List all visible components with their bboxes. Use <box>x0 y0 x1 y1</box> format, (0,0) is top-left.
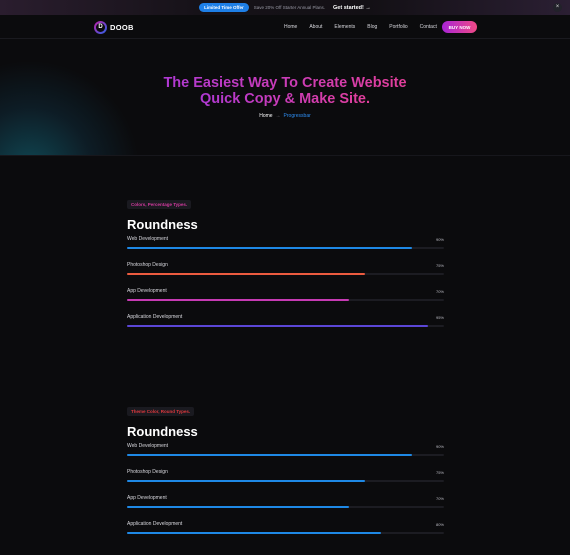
progress-item: Web Development 90% <box>127 236 444 250</box>
progress-label: Application Development <box>127 521 183 527</box>
progress-label: App Development <box>127 288 167 294</box>
progress-percent: 95% <box>435 315 444 320</box>
progress-fill <box>127 480 365 482</box>
nav-portfolio[interactable]: Portfolio <box>389 21 407 33</box>
progress-fill <box>127 532 381 534</box>
main-nav: Home About Elements Blog Portfolio Conta… <box>284 21 437 33</box>
progress-section-1: Colors, Percentage Types. Roundness Web … <box>127 193 444 327</box>
buy-now-button[interactable]: BUY NOW <box>442 21 477 33</box>
progress-fill <box>127 299 349 301</box>
progress-track <box>127 532 444 534</box>
logo[interactable]: D DOOB <box>94 21 134 34</box>
progress-percent: 80% <box>435 522 444 527</box>
hero-banner: The Easiest Way To Create Website Quick … <box>0 40 570 156</box>
section-title: Roundness <box>127 424 198 439</box>
nav-about[interactable]: About <box>309 21 322 33</box>
nav-contact[interactable]: Contact <box>420 21 437 33</box>
progress-label: Application Development <box>127 314 183 320</box>
progress-fill <box>127 506 349 508</box>
progress-item: Web Development 90% <box>127 443 444 457</box>
progress-track <box>127 325 444 327</box>
logo-icon: D <box>94 21 107 34</box>
progress-percent: 90% <box>435 237 444 242</box>
progress-track <box>127 299 444 301</box>
hero-title-line2: Quick Copy & Make Site. <box>199 91 371 107</box>
progress-label: App Development <box>127 495 167 501</box>
progress-track <box>127 506 444 508</box>
breadcrumb: Home → Progressbar <box>0 113 570 119</box>
progress-item: Application Development 95% <box>127 314 444 328</box>
progress-track <box>127 273 444 275</box>
progress-percent: 75% <box>435 470 444 475</box>
progress-percent: 75% <box>435 263 444 268</box>
progress-track <box>127 454 444 456</box>
section-title: Roundness <box>127 217 198 232</box>
progress-item: Photoshop Design 75% <box>127 469 444 483</box>
progress-item: App Development 70% <box>127 495 444 509</box>
hero-title-line1: The Easiest Way To Create Website <box>163 75 407 91</box>
progress-item: Photoshop Design 75% <box>127 262 444 276</box>
progress-label: Web Development <box>127 443 169 449</box>
progress-percent: 90% <box>435 444 444 449</box>
section-tag: Theme Color, Round Types. <box>127 407 195 416</box>
breadcrumb-current: Progressbar <box>283 113 311 119</box>
progress-item: App Development 70% <box>127 288 444 302</box>
breadcrumb-home[interactable]: Home <box>259 113 272 119</box>
section-tag: Colors, Percentage Types. <box>127 200 192 209</box>
progress-percent: 70% <box>435 496 444 501</box>
promo-bar: Limited Time Offer Save 20% Off Starter … <box>0 0 570 15</box>
offer-text: Save 20% Off Starter Annual Plans. <box>253 5 325 10</box>
logo-text: DOOB <box>110 23 134 32</box>
breadcrumb-separator: → <box>275 113 281 119</box>
progress-label: Photoshop Design <box>127 469 168 475</box>
get-started-link[interactable]: Get started! → <box>333 5 371 11</box>
site-header: D DOOB Home About Elements Blog Portfoli… <box>0 15 570 39</box>
progress-track <box>127 480 444 482</box>
offer-badge[interactable]: Limited Time Offer <box>199 3 249 12</box>
progress-fill <box>127 454 413 456</box>
progress-section-2: Theme Color, Round Types. Roundness Web … <box>127 400 444 534</box>
progress-label: Photoshop Design <box>127 262 168 268</box>
logo-letter: D <box>96 23 105 32</box>
progress-label: Web Development <box>127 236 169 242</box>
progress-fill <box>127 247 413 249</box>
nav-elements[interactable]: Elements <box>334 21 355 33</box>
progress-fill <box>127 325 429 327</box>
progress-percent: 70% <box>435 289 444 294</box>
progress-item: Application Development 80% <box>127 521 444 535</box>
progress-fill <box>127 273 365 275</box>
nav-blog[interactable]: Blog <box>367 21 377 33</box>
close-icon[interactable]: × <box>553 3 562 12</box>
nav-home[interactable]: Home <box>284 21 297 33</box>
progress-track <box>127 247 444 249</box>
